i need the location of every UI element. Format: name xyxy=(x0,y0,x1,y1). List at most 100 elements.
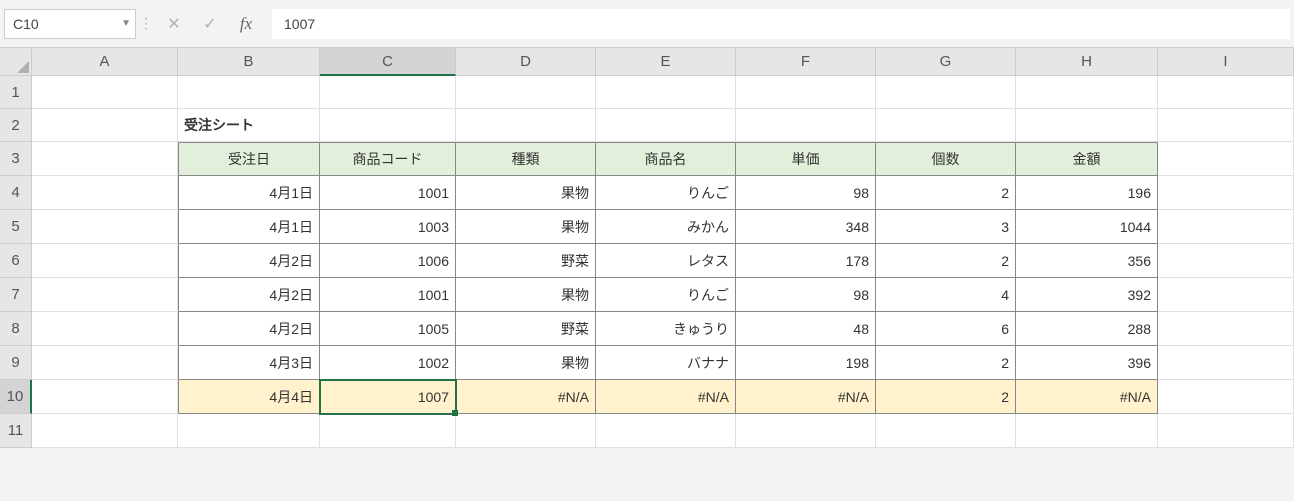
cell-C2[interactable] xyxy=(320,109,456,142)
data-e-6[interactable]: #N/A xyxy=(596,380,736,414)
data-c-2[interactable]: 1006 xyxy=(320,244,456,278)
cell-I10[interactable] xyxy=(1158,380,1294,414)
data-d-0[interactable]: 果物 xyxy=(456,176,596,210)
cell-I1[interactable] xyxy=(1158,76,1294,109)
cell-I4[interactable] xyxy=(1158,176,1294,210)
cell-I7[interactable] xyxy=(1158,278,1294,312)
cell-I11[interactable] xyxy=(1158,414,1294,448)
cell-A1[interactable] xyxy=(32,76,178,109)
cell-E1[interactable] xyxy=(596,76,736,109)
cell-D11[interactable] xyxy=(456,414,596,448)
cell-C1[interactable] xyxy=(320,76,456,109)
cell-E2[interactable] xyxy=(596,109,736,142)
data-g-2[interactable]: 2 xyxy=(876,244,1016,278)
data-c-6[interactable]: 1007 xyxy=(320,380,456,414)
data-d-1[interactable]: 果物 xyxy=(456,210,596,244)
data-g-0[interactable]: 2 xyxy=(876,176,1016,210)
data-h-0[interactable]: 196 xyxy=(1016,176,1158,210)
name-box[interactable]: C10 ▼ xyxy=(4,9,136,39)
cancel-icon[interactable]: ✕ xyxy=(156,14,192,34)
data-e-1[interactable]: みかん xyxy=(596,210,736,244)
data-h-3[interactable]: 392 xyxy=(1016,278,1158,312)
data-f-6[interactable]: #N/A xyxy=(736,380,876,414)
col-header-I[interactable]: I xyxy=(1158,48,1294,76)
data-f-0[interactable]: 98 xyxy=(736,176,876,210)
data-h-4[interactable]: 288 xyxy=(1016,312,1158,346)
data-f-2[interactable]: 178 xyxy=(736,244,876,278)
cell-A9[interactable] xyxy=(32,346,178,380)
enter-icon[interactable]: ✓ xyxy=(192,14,228,34)
row-header-4[interactable]: 4 xyxy=(0,176,32,210)
row-header-7[interactable]: 7 xyxy=(0,278,32,312)
data-f-3[interactable]: 98 xyxy=(736,278,876,312)
row-header-10[interactable]: 10 xyxy=(0,380,32,414)
cell-F11[interactable] xyxy=(736,414,876,448)
cell-E11[interactable] xyxy=(596,414,736,448)
data-c-1[interactable]: 1003 xyxy=(320,210,456,244)
data-b-2[interactable]: 4月2日 xyxy=(178,244,320,278)
cell-A7[interactable] xyxy=(32,278,178,312)
data-b-5[interactable]: 4月3日 xyxy=(178,346,320,380)
sheet-title[interactable]: 受注シート xyxy=(178,109,320,142)
data-d-3[interactable]: 果物 xyxy=(456,278,596,312)
data-f-4[interactable]: 48 xyxy=(736,312,876,346)
col-header-D[interactable]: D xyxy=(456,48,596,76)
cell-F2[interactable] xyxy=(736,109,876,142)
data-c-4[interactable]: 1005 xyxy=(320,312,456,346)
data-c-5[interactable]: 1002 xyxy=(320,346,456,380)
row-header-3[interactable]: 3 xyxy=(0,142,32,176)
data-e-0[interactable]: りんご xyxy=(596,176,736,210)
data-g-4[interactable]: 6 xyxy=(876,312,1016,346)
row-header-6[interactable]: 6 xyxy=(0,244,32,278)
data-e-5[interactable]: バナナ xyxy=(596,346,736,380)
cell-D1[interactable] xyxy=(456,76,596,109)
cell-A2[interactable] xyxy=(32,109,178,142)
cell-G1[interactable] xyxy=(876,76,1016,109)
cell-A8[interactable] xyxy=(32,312,178,346)
row-header-1[interactable]: 1 xyxy=(0,76,32,109)
data-d-5[interactable]: 果物 xyxy=(456,346,596,380)
cell-B11[interactable] xyxy=(178,414,320,448)
cell-I8[interactable] xyxy=(1158,312,1294,346)
data-b-3[interactable]: 4月2日 xyxy=(178,278,320,312)
row-header-11[interactable]: 11 xyxy=(0,414,32,448)
col-header-A[interactable]: A xyxy=(32,48,178,76)
cell-I5[interactable] xyxy=(1158,210,1294,244)
data-f-1[interactable]: 348 xyxy=(736,210,876,244)
data-b-4[interactable]: 4月2日 xyxy=(178,312,320,346)
cell-D2[interactable] xyxy=(456,109,596,142)
col-header-G[interactable]: G xyxy=(876,48,1016,76)
cell-F1[interactable] xyxy=(736,76,876,109)
header-c[interactable]: 商品コード xyxy=(320,142,456,176)
cell-I2[interactable] xyxy=(1158,109,1294,142)
fx-icon[interactable]: fx xyxy=(228,14,264,34)
cell-A11[interactable] xyxy=(32,414,178,448)
cell-A5[interactable] xyxy=(32,210,178,244)
header-d[interactable]: 種類 xyxy=(456,142,596,176)
cell-A10[interactable] xyxy=(32,380,178,414)
header-g[interactable]: 個数 xyxy=(876,142,1016,176)
col-header-E[interactable]: E xyxy=(596,48,736,76)
header-b[interactable]: 受注日 xyxy=(178,142,320,176)
header-e[interactable]: 商品名 xyxy=(596,142,736,176)
cell-H2[interactable] xyxy=(1016,109,1158,142)
data-c-0[interactable]: 1001 xyxy=(320,176,456,210)
cell-G11[interactable] xyxy=(876,414,1016,448)
cell-H1[interactable] xyxy=(1016,76,1158,109)
cell-A4[interactable] xyxy=(32,176,178,210)
row-header-9[interactable]: 9 xyxy=(0,346,32,380)
data-e-4[interactable]: きゅうり xyxy=(596,312,736,346)
cell-H11[interactable] xyxy=(1016,414,1158,448)
col-header-C[interactable]: C xyxy=(320,48,456,76)
data-h-6[interactable]: #N/A xyxy=(1016,380,1158,414)
row-header-8[interactable]: 8 xyxy=(0,312,32,346)
data-h-5[interactable]: 396 xyxy=(1016,346,1158,380)
col-header-H[interactable]: H xyxy=(1016,48,1158,76)
data-e-3[interactable]: りんご xyxy=(596,278,736,312)
cell-I9[interactable] xyxy=(1158,346,1294,380)
cell-B1[interactable] xyxy=(178,76,320,109)
header-h[interactable]: 金額 xyxy=(1016,142,1158,176)
data-d-2[interactable]: 野菜 xyxy=(456,244,596,278)
cell-A6[interactable] xyxy=(32,244,178,278)
data-g-5[interactable]: 2 xyxy=(876,346,1016,380)
